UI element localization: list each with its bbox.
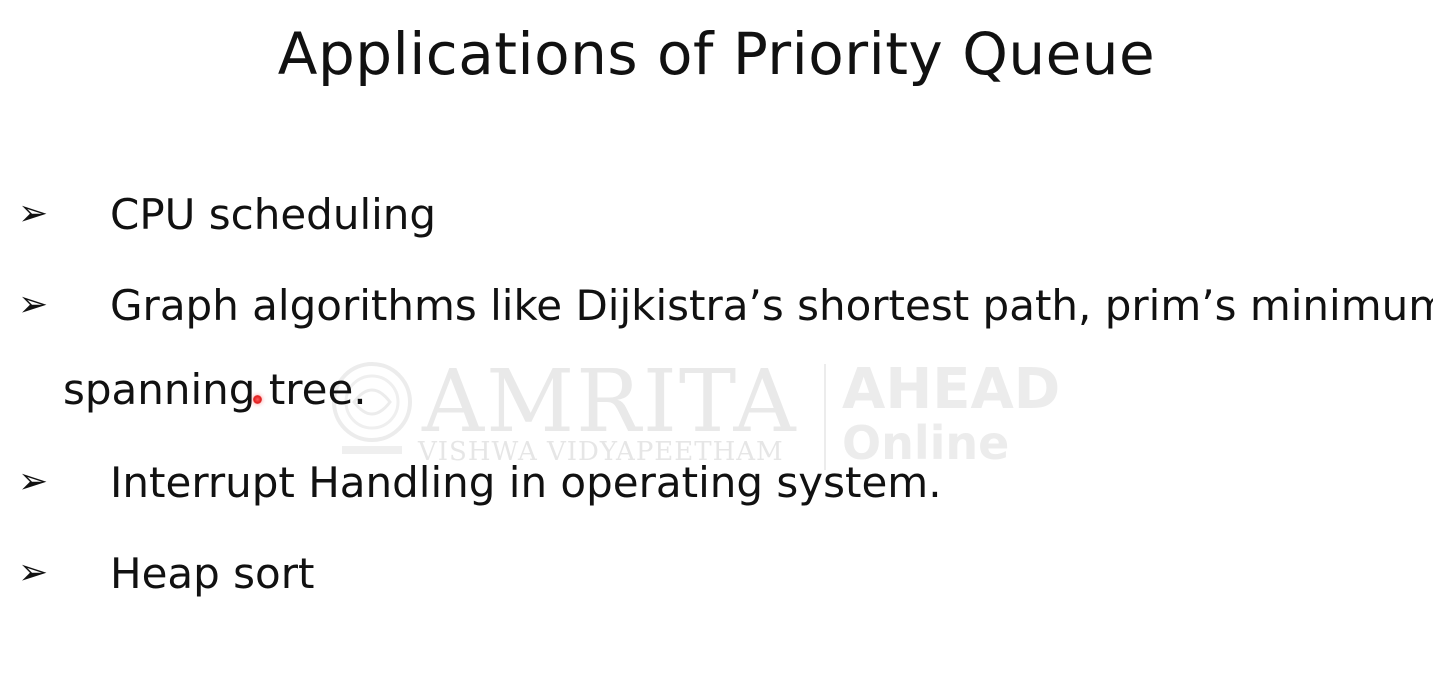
arrow-bullet-icon: ➢ (18, 193, 49, 234)
bullet-list: ➢ CPU scheduling ➢ Graph algorithms like… (0, 0, 1433, 684)
arrow-bullet-icon: ➢ (18, 284, 49, 325)
arrow-bullet-icon: ➢ (18, 461, 49, 502)
bullet-text: CPU scheduling (110, 190, 437, 239)
arrow-bullet-icon: ➢ (18, 552, 49, 593)
laser-pointer-icon (253, 395, 262, 404)
bullet-text: Interrupt Handling in operating system. (110, 458, 942, 507)
bullet-text: Heap sort (110, 549, 315, 598)
slide: AMRITA VISHWA VIDYAPEETHAM AHEAD Online … (0, 0, 1433, 684)
bullet-continuation: spanning tree. (63, 365, 367, 414)
bullet-text: Graph algorithms like Dijkistra’s shorte… (110, 281, 1433, 330)
